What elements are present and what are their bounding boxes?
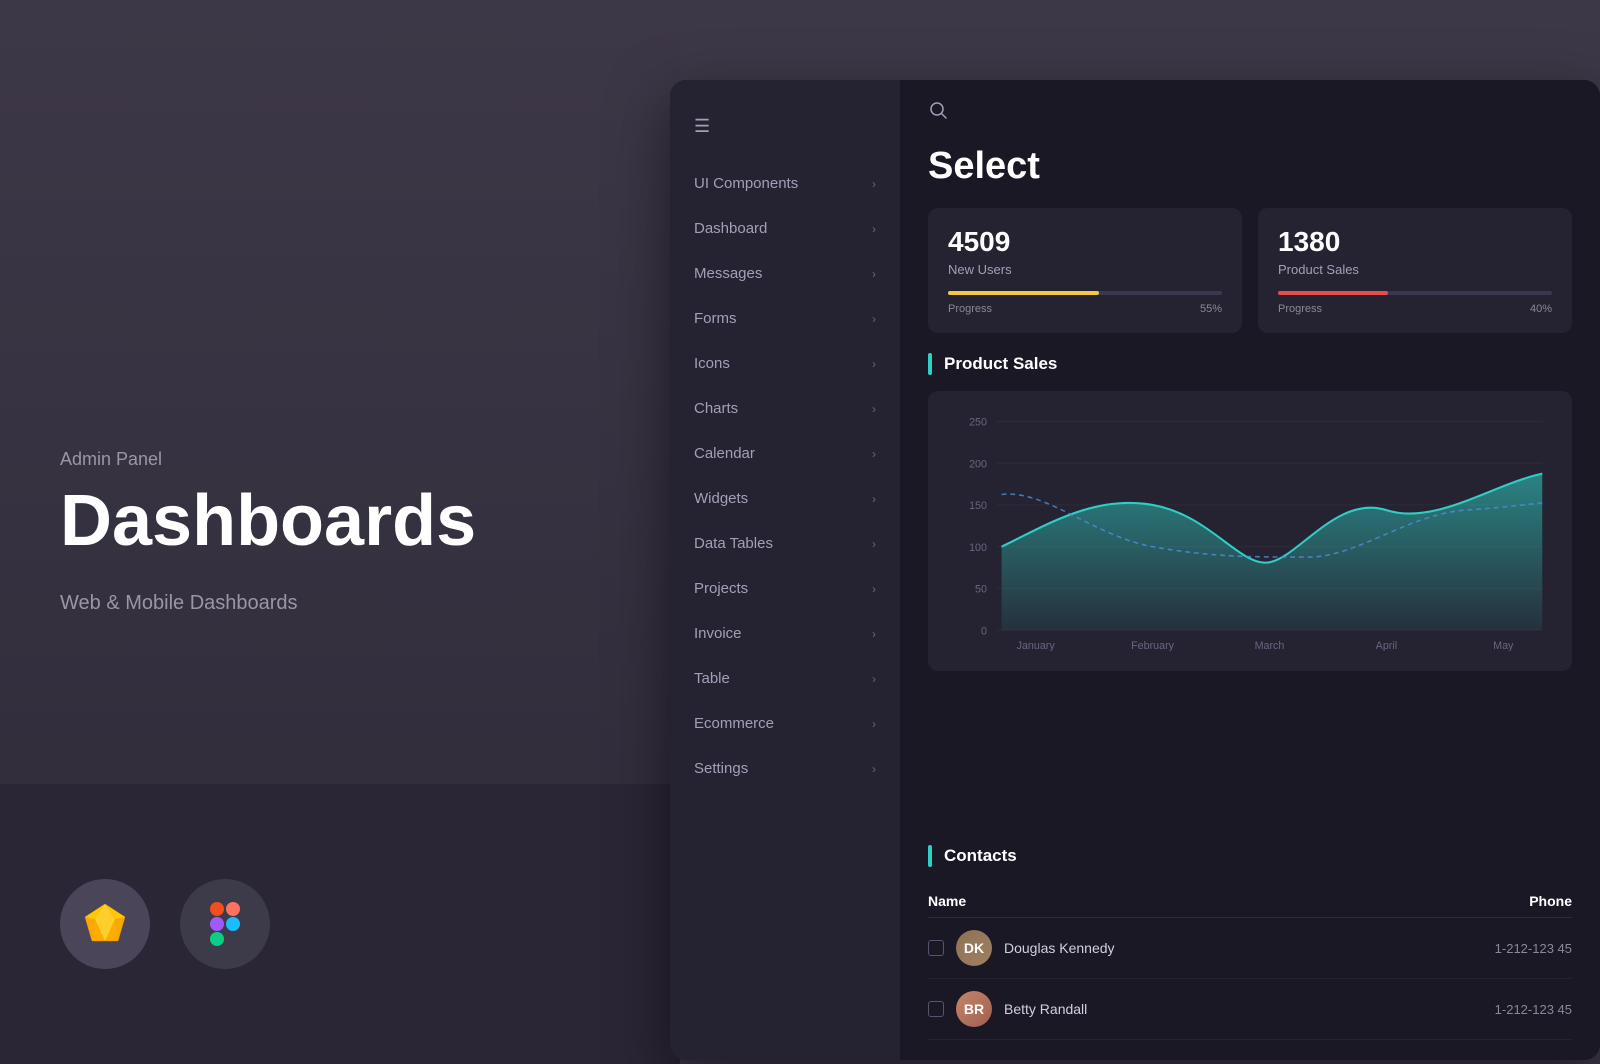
chevron-icon: ›: [872, 762, 876, 776]
svg-text:100: 100: [969, 542, 987, 554]
svg-text:0: 0: [981, 625, 987, 637]
sidebar-item-invoice[interactable]: Invoice ›: [670, 611, 900, 656]
table-header: Name Phone: [928, 883, 1572, 918]
progress-bar-users: [948, 291, 1222, 295]
contacts-accent-bar: [928, 845, 932, 867]
svg-text:February: February: [1131, 640, 1174, 651]
sidebar: ☰ UI Components › Dashboard › Messages ›…: [670, 80, 900, 1060]
progress-row-sales: Progress 40%: [1278, 303, 1552, 315]
avatar-dk: DK: [956, 930, 992, 966]
checkbox-dk[interactable]: [928, 940, 944, 956]
progress-pct-sales: 40%: [1530, 303, 1552, 315]
contacts-section: Contacts Name Phone DK Douglas Kennedy 1…: [900, 845, 1600, 1060]
sidebar-item-calendar[interactable]: Calendar ›: [670, 431, 900, 476]
svg-text:150: 150: [969, 500, 987, 512]
chart-section: Product Sales 250 200 150 100 50: [900, 353, 1600, 845]
dashboards-title: Dashboards: [60, 482, 620, 561]
svg-text:January: January: [1017, 640, 1056, 651]
checkbox-br[interactable]: [928, 1001, 944, 1017]
svg-text:250: 250: [969, 416, 987, 428]
svg-text:200: 200: [969, 458, 987, 470]
sidebar-item-projects[interactable]: Projects ›: [670, 566, 900, 611]
sidebar-item-ecommerce[interactable]: Ecommerce ›: [670, 701, 900, 746]
svg-text:March: March: [1255, 640, 1285, 651]
content-header: [900, 80, 1600, 145]
sidebar-item-widgets[interactable]: Widgets ›: [670, 476, 900, 521]
svg-text:April: April: [1376, 640, 1397, 651]
svg-text:50: 50: [975, 583, 987, 595]
stat-card-users: 4509 New Users Progress 55%: [928, 208, 1242, 333]
sidebar-item-ui-components[interactable]: UI Components ›: [670, 161, 900, 206]
chevron-icon: ›: [872, 537, 876, 551]
sidebar-item-dashboard[interactable]: Dashboard ›: [670, 206, 900, 251]
progress-row-users: Progress 55%: [948, 303, 1222, 315]
chevron-icon: ›: [872, 357, 876, 371]
contact-name-dk: Douglas Kennedy: [1004, 940, 1115, 956]
subtitle: Web & Mobile Dashboards: [60, 592, 620, 615]
sidebar-item-messages[interactable]: Messages ›: [670, 251, 900, 296]
chevron-icon: ›: [872, 627, 876, 641]
chevron-icon: ›: [872, 582, 876, 596]
chevron-icon: ›: [872, 447, 876, 461]
row-left-br: BR Betty Randall: [928, 991, 1087, 1027]
sidebar-item-data-tables[interactable]: Data Tables ›: [670, 521, 900, 566]
stats-row: 4509 New Users Progress 55% 1380 Product…: [900, 208, 1600, 353]
left-bottom: [0, 784, 680, 1064]
chevron-icon: ›: [872, 717, 876, 731]
admin-label: Admin Panel: [60, 449, 620, 470]
table-row: DK Douglas Kennedy 1-212-123 45: [928, 918, 1572, 979]
stat-card-sales: 1380 Product Sales Progress 40%: [1258, 208, 1572, 333]
sidebar-item-icons[interactable]: Icons ›: [670, 341, 900, 386]
contact-phone-dk: 1-212-123 45: [1495, 941, 1572, 956]
main-window: ☰ UI Components › Dashboard › Messages ›…: [670, 80, 1600, 1060]
contact-name-br: Betty Randall: [1004, 1001, 1087, 1017]
chevron-icon: ›: [872, 672, 876, 686]
sketch-icon[interactable]: [60, 879, 150, 969]
page-title: Select: [900, 145, 1600, 208]
chart-title: Product Sales: [944, 354, 1057, 374]
avatar-br: BR: [956, 991, 992, 1027]
chart-area: 250 200 150 100 50 0 January February Ma…: [928, 391, 1572, 671]
sidebar-item-charts[interactable]: Charts ›: [670, 386, 900, 431]
sidebar-item-forms[interactable]: Forms ›: [670, 296, 900, 341]
chevron-icon: ›: [872, 402, 876, 416]
progress-bar-sales: [1278, 291, 1552, 295]
chevron-icon: ›: [872, 267, 876, 281]
progress-pct-users: 55%: [1200, 303, 1222, 315]
sidebar-nav: UI Components › Dashboard › Messages › F…: [670, 161, 900, 1060]
main-content: Select 4509 New Users Progress 55% 1380 …: [900, 80, 1600, 1060]
col-phone: Phone: [1529, 893, 1572, 909]
svg-text:May: May: [1493, 640, 1514, 651]
contacts-title: Contacts: [944, 846, 1017, 866]
row-left-dk: DK Douglas Kennedy: [928, 930, 1115, 966]
progress-fill-users: [948, 291, 1099, 295]
chevron-icon: ›: [872, 177, 876, 191]
stat-number-sales: 1380: [1278, 226, 1552, 258]
progress-fill-sales: [1278, 291, 1388, 295]
progress-label-sales: Progress: [1278, 303, 1322, 315]
stat-label-sales: Product Sales: [1278, 262, 1552, 277]
hamburger-icon[interactable]: ☰: [694, 116, 710, 137]
sidebar-item-settings[interactable]: Settings ›: [670, 746, 900, 791]
stat-number-users: 4509: [948, 226, 1222, 258]
figma-icon[interactable]: [180, 879, 270, 969]
contacts-section-header: Contacts: [928, 845, 1572, 867]
col-name: Name: [928, 893, 966, 909]
chevron-icon: ›: [872, 222, 876, 236]
accent-bar: [928, 353, 932, 375]
chevron-icon: ›: [872, 492, 876, 506]
contact-phone-br: 1-212-123 45: [1495, 1002, 1572, 1017]
progress-label-users: Progress: [948, 303, 992, 315]
table-row: BR Betty Randall 1-212-123 45: [928, 979, 1572, 1040]
chart-section-header: Product Sales: [928, 353, 1572, 375]
sidebar-item-table[interactable]: Table ›: [670, 656, 900, 701]
stat-label-users: New Users: [948, 262, 1222, 277]
search-icon[interactable]: [928, 100, 948, 125]
sidebar-header: ☰: [670, 100, 900, 161]
chevron-icon: ›: [872, 312, 876, 326]
